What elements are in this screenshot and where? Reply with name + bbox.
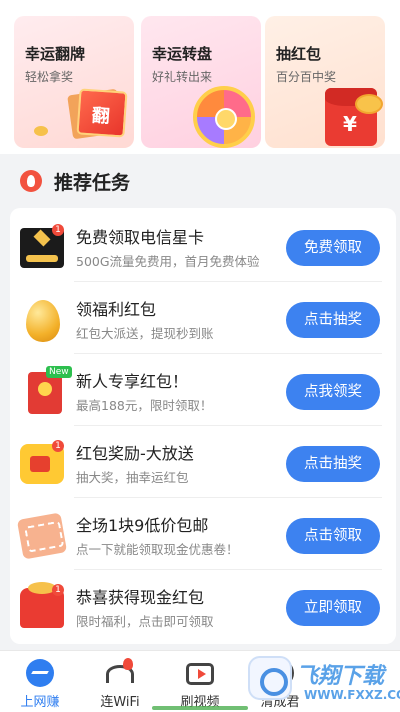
- task-item[interactable]: 1 免费领取电信星卡 500G流量免费用，首月免费体验 免费领取: [10, 210, 396, 282]
- wifi-icon: [106, 658, 134, 683]
- task-subtitle: 500G流量免费用，首月免费体验: [76, 254, 260, 269]
- prize-wheel-icon: [193, 86, 255, 148]
- promo-lucky-wheel[interactable]: 幸运转盘 好礼转出来: [141, 16, 261, 148]
- promo-title: 幸运转盘: [152, 45, 213, 63]
- promo-title: 抽红包: [276, 45, 322, 63]
- notification-badge: 1: [52, 440, 64, 452]
- draw-prize-button[interactable]: 点击抽奖: [286, 446, 380, 482]
- task-subtitle: 限时福利，点击即可领取: [76, 614, 214, 629]
- task-item[interactable]: 1 恭喜获得现金红包 限时福利，点击即可领取 立即领取: [10, 570, 396, 642]
- tab-earn[interactable]: 上网赚: [0, 651, 80, 712]
- promo-subtitle: 轻松拿奖: [25, 70, 74, 84]
- claim-now-button[interactable]: 立即领取: [286, 590, 380, 626]
- task-title: 新人专享红包！: [76, 372, 189, 391]
- pulse-icon: [26, 659, 54, 687]
- task-title: 全场1块9低价包邮: [76, 516, 209, 535]
- red-envelope-icon: [28, 372, 62, 414]
- claim-reward-button[interactable]: 点我领奖: [286, 374, 380, 410]
- flip-card-icon: [64, 86, 128, 144]
- section-title: 推荐任务: [54, 172, 131, 194]
- section-header: 推荐任务: [0, 154, 400, 208]
- new-tag: New: [46, 366, 72, 378]
- watermark-logo-icon: [248, 656, 292, 700]
- gold-coin-icon: [355, 94, 383, 114]
- watermark: 飞翔下载 WWW.FXXZ.COM: [248, 656, 400, 708]
- promo-red-envelope[interactable]: 抽红包 百分百中奖 ¥: [265, 16, 385, 148]
- task-title: 红包奖励-大放送: [76, 444, 194, 463]
- claim-free-button[interactable]: 免费领取: [286, 230, 380, 266]
- promo-subtitle: 好礼转出来: [152, 70, 213, 84]
- watermark-url: WWW.FXXZ.COM: [304, 688, 400, 702]
- golden-egg-icon: [26, 300, 60, 342]
- promo-lucky-flip[interactable]: 幸运翻牌 轻松拿奖: [14, 16, 134, 148]
- promo-title: 幸运翻牌: [25, 45, 86, 63]
- claim-coupon-button[interactable]: 点击领取: [286, 518, 380, 554]
- tab-label: 上网赚: [20, 695, 60, 710]
- scroll-indicator: [152, 706, 248, 710]
- task-subtitle: 红包大派送，提现秒到账: [76, 326, 214, 341]
- task-title: 领福利红包: [76, 300, 157, 319]
- tab-wifi[interactable]: 连WiFi: [80, 651, 160, 712]
- notification-badge: 1: [52, 584, 64, 596]
- task-subtitle: 抽大奖，抽幸运红包: [76, 470, 189, 485]
- flame-icon: [20, 170, 42, 192]
- promo-subtitle: 百分百中奖: [276, 70, 337, 84]
- tab-label: 连WiFi: [100, 695, 140, 710]
- task-title: 免费领取电信星卡: [76, 228, 205, 247]
- task-item[interactable]: 领福利红包 红包大派送，提现秒到账 点击抽奖: [10, 282, 396, 354]
- coupon-icon: [16, 512, 68, 560]
- task-item[interactable]: 全场1块9低价包邮 点一下就能领取现金优惠卷！ 点击领取: [10, 498, 396, 570]
- task-item[interactable]: New 新人专享红包！ 最高188元，限时领取！ 点我领奖: [10, 354, 396, 426]
- draw-prize-button[interactable]: 点击抽奖: [286, 302, 380, 338]
- video-icon: [186, 663, 214, 685]
- task-title: 恭喜获得现金红包: [76, 588, 205, 607]
- coin-icon: [34, 126, 48, 136]
- watermark-title: 飞翔下载: [296, 664, 385, 689]
- tab-video[interactable]: 刷视频: [160, 651, 240, 712]
- task-subtitle: 点一下就能领取现金优惠卷！: [76, 542, 239, 557]
- task-list: 1 免费领取电信星卡 500G流量免费用，首月免费体验 免费领取 领福利红包 红…: [10, 208, 396, 644]
- notification-badge: 1: [52, 224, 64, 236]
- promo-row: 幸运翻牌 轻松拿奖 幸运转盘 好礼转出来 抽红包 百分百中奖 ¥: [0, 8, 400, 154]
- yuan-symbol: ¥: [343, 112, 357, 136]
- task-item[interactable]: 1 红包奖励-大放送 抽大奖，抽幸运红包 点击抽奖: [10, 426, 396, 498]
- task-subtitle: 最高188元，限时领取！: [76, 398, 213, 413]
